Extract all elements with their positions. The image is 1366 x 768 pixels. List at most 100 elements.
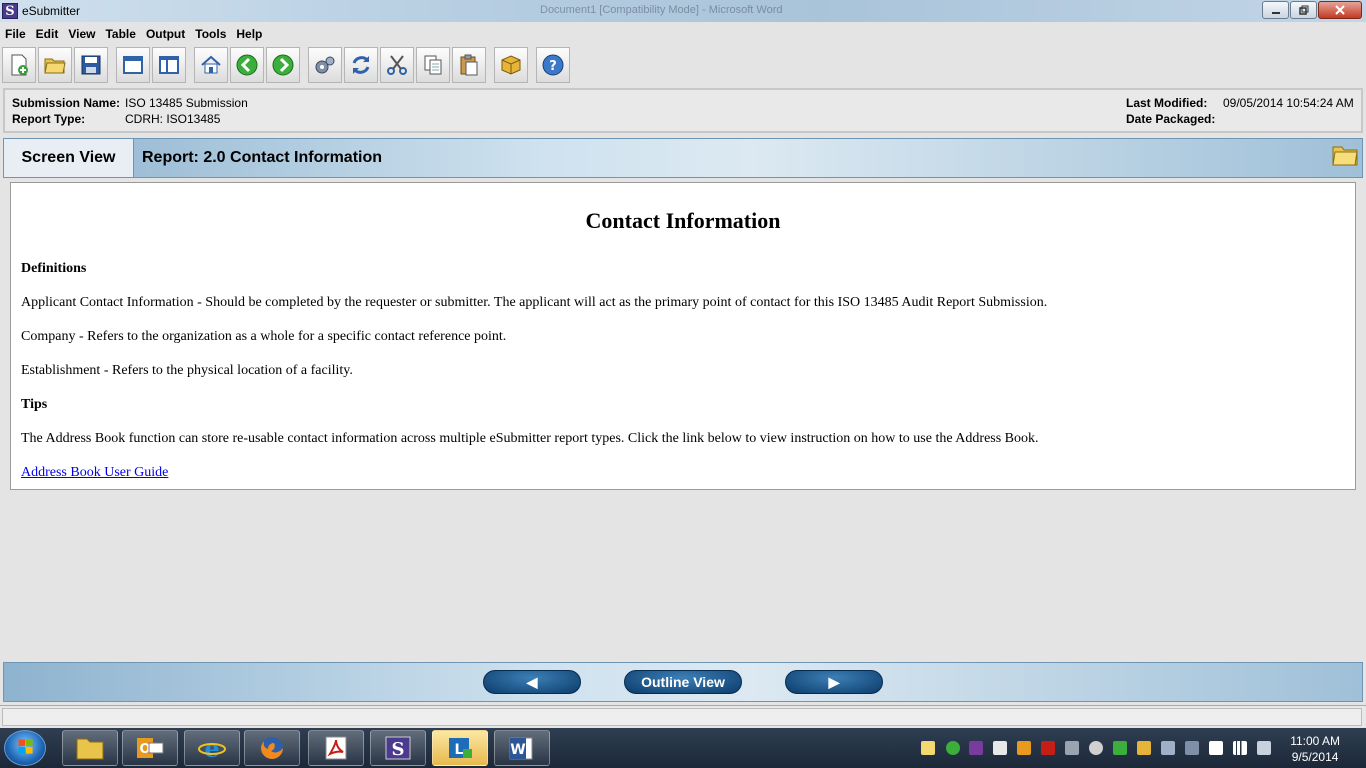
new-document-icon — [11, 54, 28, 76]
cut-icon — [387, 55, 407, 75]
outlook-tray-icon[interactable] — [1017, 741, 1031, 755]
display-tray-icon[interactable] — [1065, 741, 1079, 755]
settings-button[interactable] — [308, 47, 342, 83]
esubmitter-icon: S — [385, 736, 411, 760]
maximize-button[interactable] — [1290, 1, 1317, 19]
start-button[interactable] — [4, 730, 46, 766]
split-view-button[interactable] — [152, 47, 186, 83]
previous-arrow-icon: ◀ — [526, 673, 538, 690]
close-button[interactable] — [1318, 1, 1362, 19]
internet-explorer-icon: e — [198, 735, 226, 761]
menu-help[interactable]: Help — [231, 27, 267, 41]
usb-tray-icon[interactable] — [1185, 741, 1199, 755]
sync-tray-icon[interactable] — [946, 741, 960, 755]
taskbar-word[interactable]: W — [494, 730, 550, 766]
menu-file[interactable]: File — [0, 27, 31, 41]
open-button[interactable] — [38, 47, 72, 83]
previous-button[interactable]: ◀ — [483, 670, 581, 694]
taskbar-acrobat[interactable] — [308, 730, 364, 766]
definition-applicant: Applicant Contact Information - Should b… — [21, 295, 1048, 310]
refresh-button[interactable] — [344, 47, 378, 83]
submission-name-value: ISO 13485 Submission — [125, 96, 248, 110]
home-button[interactable] — [194, 47, 228, 83]
screen-view-tab[interactable]: Screen View — [4, 139, 134, 177]
last-modified-label: Last Modified: — [1126, 96, 1208, 110]
restore-icon — [1298, 5, 1308, 15]
clock-time: 11:00 AM — [1290, 734, 1340, 748]
split-view-icon — [159, 56, 179, 74]
paste-button[interactable] — [452, 47, 486, 83]
report-type-value: CDRH: ISO13485 — [125, 112, 221, 126]
window-icon — [123, 56, 143, 74]
next-arrow-icon: ▶ — [828, 673, 840, 690]
help-icon: ? — [542, 54, 564, 76]
menu-output[interactable]: Output — [141, 27, 190, 41]
cut-button[interactable] — [380, 47, 414, 83]
save-icon — [81, 55, 101, 75]
package-icon — [501, 55, 521, 75]
network-drive-tray-icon[interactable] — [993, 741, 1007, 755]
acrobat-icon — [325, 736, 347, 760]
battery-tray-icon[interactable] — [1209, 741, 1223, 755]
window-title: eSubmitter — [22, 4, 81, 18]
svg-text:W: W — [510, 742, 525, 758]
content-panel: Contact Information Definitions Applican… — [10, 182, 1356, 490]
menu-table[interactable]: Table — [100, 27, 140, 41]
mail-tray-icon[interactable] — [921, 741, 935, 755]
back-button[interactable] — [230, 47, 264, 83]
svg-text:L: L — [455, 742, 464, 758]
taskbar-clock[interactable]: 11:00 AM 9/5/2014 — [1290, 733, 1340, 765]
taskbar-explorer[interactable] — [62, 730, 118, 766]
home-icon — [201, 55, 221, 74]
back-arrow-icon — [236, 54, 258, 76]
checkmark-tray-icon[interactable] — [1113, 741, 1127, 755]
taskbar-esubmitter[interactable]: S — [370, 730, 426, 766]
help-button[interactable]: ? — [536, 47, 570, 83]
report-title: Report: 2.0 Contact Information — [142, 149, 383, 166]
forward-button[interactable] — [266, 47, 300, 83]
volume-tray-icon[interactable] — [1257, 741, 1271, 755]
app-icon: S — [2, 3, 18, 19]
taskbar-lync[interactable]: L — [432, 730, 488, 766]
folder-icon — [76, 738, 104, 760]
menu-edit[interactable]: Edit — [31, 27, 64, 41]
save-button[interactable] — [74, 47, 108, 83]
new-button[interactable] — [2, 47, 36, 83]
settings-icon — [315, 56, 335, 74]
onenote-tray-icon[interactable] — [969, 741, 983, 755]
tips-heading: Tips — [21, 397, 48, 412]
window-button[interactable] — [116, 47, 150, 83]
lync-icon: L — [449, 738, 472, 758]
outline-view-button[interactable]: Outline View — [624, 670, 742, 694]
menu-view[interactable]: View — [63, 27, 100, 41]
security-shield-tray-icon[interactable] — [1041, 741, 1055, 755]
minimize-button[interactable] — [1262, 1, 1289, 19]
headset-tray-icon[interactable] — [1089, 741, 1103, 755]
date-packaged-label: Date Packaged: — [1126, 112, 1216, 126]
status-cell — [2, 708, 1362, 726]
outlook-icon: O — [137, 738, 164, 758]
submission-info-panel: Submission Name: ISO 13485 Submission Re… — [3, 88, 1363, 133]
word-icon: W — [509, 737, 533, 760]
signal-tray-icon[interactable] — [1233, 741, 1247, 755]
taskbar-internet-explorer[interactable]: e — [184, 730, 240, 766]
definition-company: Company - Refers to the organization as … — [21, 329, 507, 344]
bottom-navigation: ◀ Outline View ▶ — [3, 662, 1363, 702]
package-button[interactable] — [494, 47, 528, 83]
report-type-label: Report Type: — [12, 112, 86, 126]
copy-button[interactable] — [416, 47, 450, 83]
menu-tools[interactable]: Tools — [190, 27, 231, 41]
next-button[interactable]: ▶ — [785, 670, 883, 694]
title-bar: S eSubmitter Document1 [Compatibility Mo… — [0, 0, 1366, 22]
refresh-icon — [352, 56, 370, 74]
tip-address-book: The Address Book function can store re-u… — [21, 431, 1039, 446]
flag-tray-icon[interactable] — [1161, 741, 1175, 755]
svg-text:S: S — [392, 739, 405, 760]
taskbar-firefox[interactable] — [244, 730, 300, 766]
svg-text:e: e — [204, 735, 219, 761]
status-bar — [0, 705, 1366, 727]
folder-icon[interactable] — [1332, 142, 1358, 166]
lock-tray-icon[interactable] — [1137, 741, 1151, 755]
address-book-guide-link[interactable]: Address Book User Guide — [21, 465, 168, 480]
taskbar-outlook[interactable]: O — [122, 730, 178, 766]
